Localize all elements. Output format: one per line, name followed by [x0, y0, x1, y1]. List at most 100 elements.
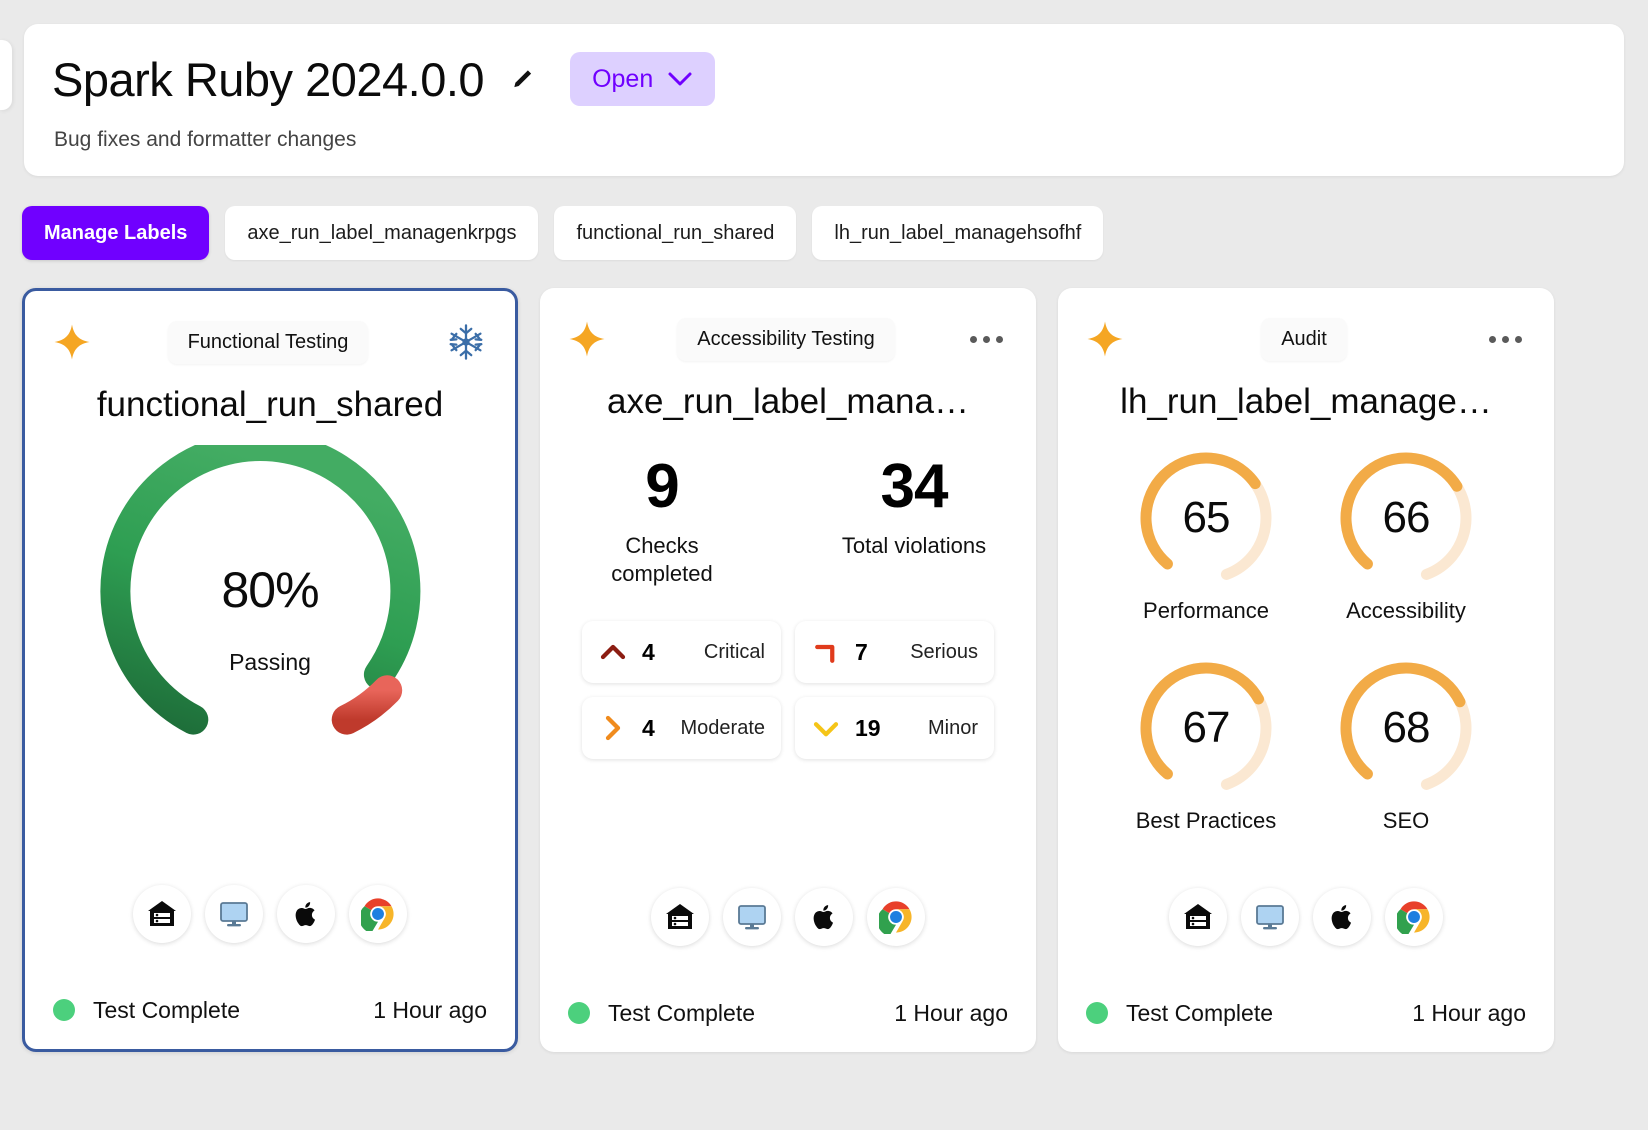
page-title: Spark Ruby 2024.0.0	[52, 52, 485, 106]
lighthouse-scores: 65 Performance 66 Accessibility 67 Best …	[1106, 444, 1506, 834]
severity-label: Critical	[703, 640, 765, 663]
snowflake-icon	[449, 324, 483, 360]
card-body: 65 Performance 66 Accessibility 67 Best …	[1058, 422, 1554, 1052]
status-dot-icon	[53, 999, 75, 1021]
card-audit[interactable]: Audit lh_run_label_manage… 65 Performanc…	[1058, 288, 1554, 1052]
status-dot-icon	[568, 1002, 590, 1024]
platform-icons	[25, 885, 515, 943]
chrome-icon	[1397, 901, 1430, 934]
card-header-action[interactable]	[443, 321, 489, 363]
gauge-percent: 80%	[221, 562, 319, 618]
severity-label: Serious	[910, 640, 978, 663]
card-type-badge[interactable]: Audit	[1261, 317, 1347, 361]
status-text: Test Complete	[1126, 999, 1274, 1026]
severity-grid: 4 Critical 7 Serious 4 Moderate 19 Minor	[582, 621, 994, 759]
score-value: 68	[1382, 703, 1431, 752]
platform-chrome[interactable]	[349, 885, 407, 943]
chevron-down-icon	[668, 72, 692, 86]
card-header-action[interactable]	[964, 328, 1010, 351]
platform-chrome[interactable]	[1385, 888, 1443, 946]
card-functional-testing[interactable]: Functional Testing functional_run_shared…	[22, 288, 518, 1052]
label-chip-0[interactable]: axe_run_label_managenkrpgs	[225, 206, 539, 260]
chevron-corner-icon	[815, 644, 835, 663]
manage-labels-button[interactable]: Manage Labels	[22, 206, 210, 260]
card-header-action[interactable]	[1482, 328, 1528, 351]
card-header: Accessibility Testing	[540, 288, 1036, 366]
severity-critical[interactable]: 4 Critical	[582, 621, 781, 683]
apple-icon	[295, 902, 315, 927]
summary-stats: 9 Checks completed 34 Total violations	[540, 456, 1036, 587]
status-text: Test Complete	[93, 996, 241, 1023]
platform-apple[interactable]	[795, 888, 853, 946]
platform-icons	[1058, 888, 1554, 946]
platform-desktop[interactable]	[1241, 888, 1299, 946]
card-header: Audit	[1058, 288, 1554, 366]
more-options-icon[interactable]	[968, 328, 1005, 351]
label-chip-2[interactable]: lh_run_label_managehsofhf	[812, 206, 1104, 260]
score-value: 66	[1382, 493, 1431, 542]
title-row: Spark Ruby 2024.0.0 Open	[52, 52, 1592, 106]
status-dropdown[interactable]: Open	[570, 52, 716, 106]
timestamp: 1 Hour ago	[894, 999, 1008, 1026]
platform-chrome[interactable]	[867, 888, 925, 946]
pencil-icon	[514, 70, 532, 88]
card-type-badge[interactable]: Accessibility Testing	[677, 317, 895, 361]
desktop-monitor-icon	[220, 902, 248, 927]
passing-gauge: 80% Passing	[80, 431, 460, 745]
project-subtitle: Bug fixes and formatter changes	[54, 128, 357, 151]
card-accessibility-testing[interactable]: Accessibility Testing axe_run_label_mana…	[540, 288, 1036, 1052]
apple-icon	[813, 905, 833, 930]
severity-serious[interactable]: 7 Serious	[795, 621, 994, 683]
severity-moderate[interactable]: 4 Moderate	[582, 697, 781, 759]
gauge-center-text: 80% Passing	[80, 561, 460, 676]
severity-count: 19	[855, 714, 881, 741]
platform-desktop[interactable]	[205, 885, 263, 943]
chrome-icon	[879, 901, 912, 934]
left-panel-edge[interactable]	[0, 40, 12, 110]
score-ring: 65	[1132, 444, 1280, 592]
stat-label: Checks completed	[611, 533, 713, 586]
score-seo: 68 SEO	[1332, 654, 1480, 834]
chevron-up-icon	[600, 644, 626, 660]
platform-server[interactable]	[1169, 888, 1227, 946]
chrome-icon	[361, 898, 394, 931]
platform-apple[interactable]	[1313, 888, 1371, 946]
score-ring: 68	[1332, 654, 1480, 802]
score-performance: 65 Performance	[1132, 444, 1280, 624]
score-best-practices: 67 Best Practices	[1132, 654, 1280, 834]
apple-icon	[1331, 905, 1351, 930]
platform-server[interactable]	[133, 885, 191, 943]
sparkle-icon	[1087, 321, 1123, 357]
desktop-monitor-icon	[1256, 905, 1284, 930]
desktop-monitor-icon	[738, 905, 766, 930]
platform-desktop[interactable]	[723, 888, 781, 946]
stat-label: Total violations	[841, 533, 987, 558]
timestamp: 1 Hour ago	[373, 996, 487, 1023]
severity-count: 7	[855, 638, 868, 665]
platform-server[interactable]	[651, 888, 709, 946]
label-chip-1[interactable]: functional_run_shared	[554, 206, 797, 260]
card-footer: Test Complete 1 Hour ago	[25, 971, 515, 1049]
platform-apple[interactable]	[277, 885, 335, 943]
score-label: Best Practices	[1135, 808, 1277, 833]
card-body: 80% Passing	[25, 425, 515, 1049]
edit-title-button[interactable]	[506, 62, 540, 96]
chevron-right-icon	[605, 715, 621, 741]
status-dot-icon	[1086, 1002, 1108, 1024]
score-ring: 67	[1132, 654, 1280, 802]
sparkle-icon	[54, 324, 90, 360]
severity-minor[interactable]: 19 Minor	[795, 697, 994, 759]
gauge-label: Passing	[229, 649, 311, 675]
stat-checks-completed: 9 Checks completed	[582, 456, 742, 587]
chevron-down-icon	[813, 722, 839, 737]
card-status: Test Complete	[1086, 1000, 1273, 1027]
more-options-icon[interactable]	[1487, 328, 1524, 351]
card-body: 9 Checks completed 34 Total violations 4	[540, 422, 1036, 1052]
project-header: Spark Ruby 2024.0.0 Open Bug fixes and f…	[24, 24, 1624, 176]
stat-value: 34	[880, 452, 949, 521]
card-type-badge[interactable]: Functional Testing	[167, 320, 369, 364]
server-icon	[666, 904, 694, 929]
severity-count: 4	[642, 714, 655, 741]
card-header: Functional Testing	[25, 291, 515, 369]
stat-value: 9	[645, 452, 679, 521]
